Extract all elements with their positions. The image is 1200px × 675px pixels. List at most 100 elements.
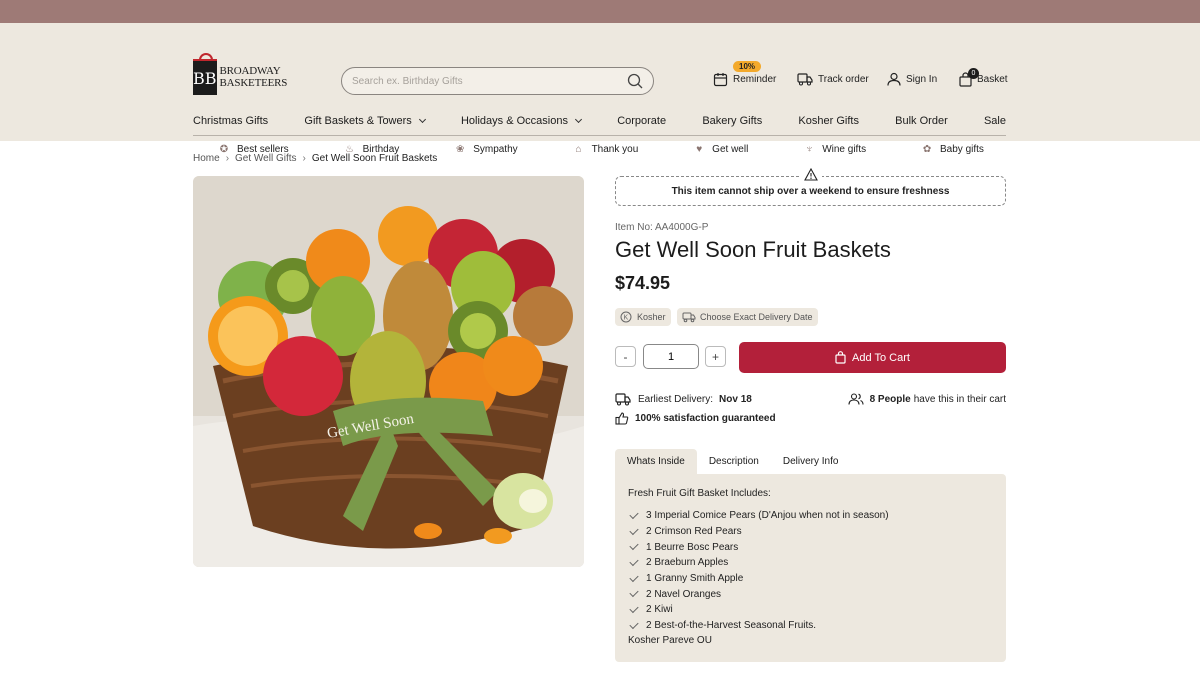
delivery-date-tag-label: Choose Exact Delivery Date	[700, 312, 813, 322]
nav-bakery-gifts[interactable]: Bakery Gifts	[702, 115, 762, 127]
chevron-right-icon: ›	[302, 153, 306, 164]
logo-line2: BASKETEERS	[219, 77, 288, 89]
tab-delivery-info[interactable]: Delivery Info	[771, 449, 851, 474]
list-item-text: 3 Imperial Comice Pears (D'Anjou when no…	[646, 510, 889, 522]
nav-label: Corporate	[617, 115, 667, 127]
heart-icon: ♥	[696, 144, 703, 155]
quantity-input[interactable]	[643, 344, 699, 369]
reminder-discount-badge: 10%	[733, 61, 762, 72]
earliest-delivery-label: Earliest Delivery:	[638, 393, 714, 405]
nav-label: Gift Baskets & Towers	[304, 115, 412, 127]
check-icon	[629, 572, 639, 582]
brand-logo[interactable]: BB BROADWAY BASKETEERS	[193, 53, 287, 96]
nav-holidays-occasions[interactable]: Holidays & Occasions	[461, 115, 583, 127]
satisfaction-text: 100% satisfaction guaranteed	[635, 413, 776, 424]
nav-sale[interactable]: Sale	[984, 115, 1006, 127]
check-icon	[629, 556, 639, 567]
list-item-text: 2 Best-of-the-Harvest Seasonal Fruits.	[646, 620, 817, 632]
thumbs-up-icon	[615, 412, 629, 425]
in-cart-count: 8 People	[869, 393, 911, 405]
user-icon	[887, 72, 901, 86]
nav-kosher-gifts[interactable]: Kosher Gifts	[798, 115, 859, 127]
product-image[interactable]: Get Well Soon	[193, 176, 584, 567]
check-icon	[629, 541, 639, 551]
list-item-text: 2 Navel Oranges	[646, 588, 722, 600]
breadcrumb: Home › Get Well Gifts › Get Well Soon Fr…	[193, 153, 437, 164]
track-order-label: Track order	[818, 73, 869, 85]
in-cart-text: have this in their cart	[913, 393, 1006, 405]
basket-button[interactable]: Basket	[959, 72, 1008, 87]
nav-label: Kosher Gifts	[798, 115, 859, 127]
item-number: Item No: AA4000G-P	[615, 222, 709, 233]
basket-label: Basket	[977, 74, 1008, 85]
list-item: 2 Braeburn Apples	[628, 555, 993, 571]
search-bar	[341, 67, 654, 95]
nav-divider	[193, 135, 1006, 136]
quick-link-baby-gifts[interactable]: ✿ Baby gifts	[921, 144, 984, 155]
kosher-tag-label: Kosher	[637, 312, 666, 322]
check-icon	[629, 603, 639, 614]
reminder-button[interactable]: Reminder	[713, 72, 776, 87]
tab-whats-inside[interactable]: Whats Inside	[615, 449, 697, 474]
logo-wordmark: BROADWAY BASKETEERS	[220, 65, 288, 89]
people-in-cart: 8 People have this in their cart	[848, 393, 1006, 405]
add-to-cart-label: Add To Cart	[852, 351, 910, 364]
quick-link-label: Thank you	[591, 144, 639, 155]
tab-description[interactable]: Description	[697, 449, 771, 474]
nav-bulk-order[interactable]: Bulk Order	[895, 115, 948, 127]
track-order-button[interactable]: Track order	[797, 72, 869, 86]
quick-link-get-well[interactable]: ♥ Get well	[693, 144, 748, 155]
reminder-label: Reminder	[733, 74, 777, 85]
quick-link-label: Sympathy	[473, 144, 518, 155]
quick-link-wine-gifts[interactable]: ♆ Wine gifts	[803, 144, 866, 155]
nav-label: Christmas Gifts	[193, 115, 269, 127]
quantity-increase-button[interactable]: +	[705, 346, 726, 367]
breadcrumb-category[interactable]: Get Well Gifts	[235, 153, 297, 164]
search-input[interactable]	[352, 75, 627, 87]
logo-line1: BROADWAY	[219, 65, 281, 77]
kosher-tag: K Kosher	[615, 308, 671, 326]
svg-text:K: K	[624, 315, 629, 322]
check-icon	[629, 525, 639, 535]
calendar-icon	[713, 73, 728, 87]
nav-gift-baskets-towers[interactable]: Gift Baskets & Towers	[304, 115, 426, 127]
list-item: 2 Navel Oranges	[628, 586, 993, 602]
quick-link-label: Get well	[712, 144, 749, 155]
nav-christmas-gifts[interactable]: Christmas Gifts	[193, 115, 268, 127]
list-item: 1 Beurre Bosc Pears	[628, 539, 993, 555]
quick-link-thank-you[interactable]: ⌂ Thank you	[573, 144, 639, 155]
search-icon[interactable]	[627, 73, 643, 89]
flower-icon: ❀	[455, 144, 465, 155]
warning-icon	[800, 164, 822, 184]
check-icon	[629, 509, 639, 519]
sign-in-button[interactable]: Sign In	[887, 72, 937, 86]
list-item: 1 Granny Smith Apple	[628, 571, 993, 587]
chevron-down-icon	[418, 115, 426, 124]
shipping-notice-text: This item cannot ship over a weekend to …	[671, 185, 950, 197]
logo-mark-text: BB	[193, 68, 217, 88]
top-banner-bar	[0, 0, 1200, 23]
kosher-icon: K	[620, 311, 632, 323]
kosher-certification-note: Kosher Pareve OU	[628, 634, 712, 646]
check-icon	[629, 619, 639, 629]
people-icon	[848, 393, 864, 405]
site-header: BB BROADWAY BASKETEERS 10% Reminder Tr	[0, 23, 1200, 155]
delivery-truck-icon	[682, 312, 696, 323]
add-to-cart-button[interactable]: Add To Cart	[739, 342, 1006, 373]
breadcrumb-home[interactable]: Home	[193, 153, 220, 164]
quick-link-sympathy[interactable]: ❀ Sympathy	[454, 144, 518, 155]
nav-corporate[interactable]: Corporate	[617, 115, 666, 127]
quick-link-label: Wine gifts	[822, 144, 867, 155]
list-item-text: 1 Granny Smith Apple	[646, 573, 744, 585]
list-item-text: 2 Crimson Red Pears	[646, 526, 742, 538]
quantity-decrease-button[interactable]: -	[615, 346, 636, 367]
whats-inside-intro: Fresh Fruit Gift Basket Includes:	[628, 488, 771, 499]
fruit-basket-illustration: Get Well Soon	[193, 176, 584, 567]
chevron-right-icon: ›	[225, 153, 230, 164]
sign-in-label: Sign In	[906, 73, 938, 85]
logo-mark: BB	[193, 53, 217, 95]
product-tabs: Whats Inside Description Delivery Info	[615, 449, 850, 474]
delivery-date-tag[interactable]: Choose Exact Delivery Date	[677, 308, 818, 326]
gift-bow-icon	[199, 53, 213, 61]
chevron-down-icon	[574, 115, 583, 124]
